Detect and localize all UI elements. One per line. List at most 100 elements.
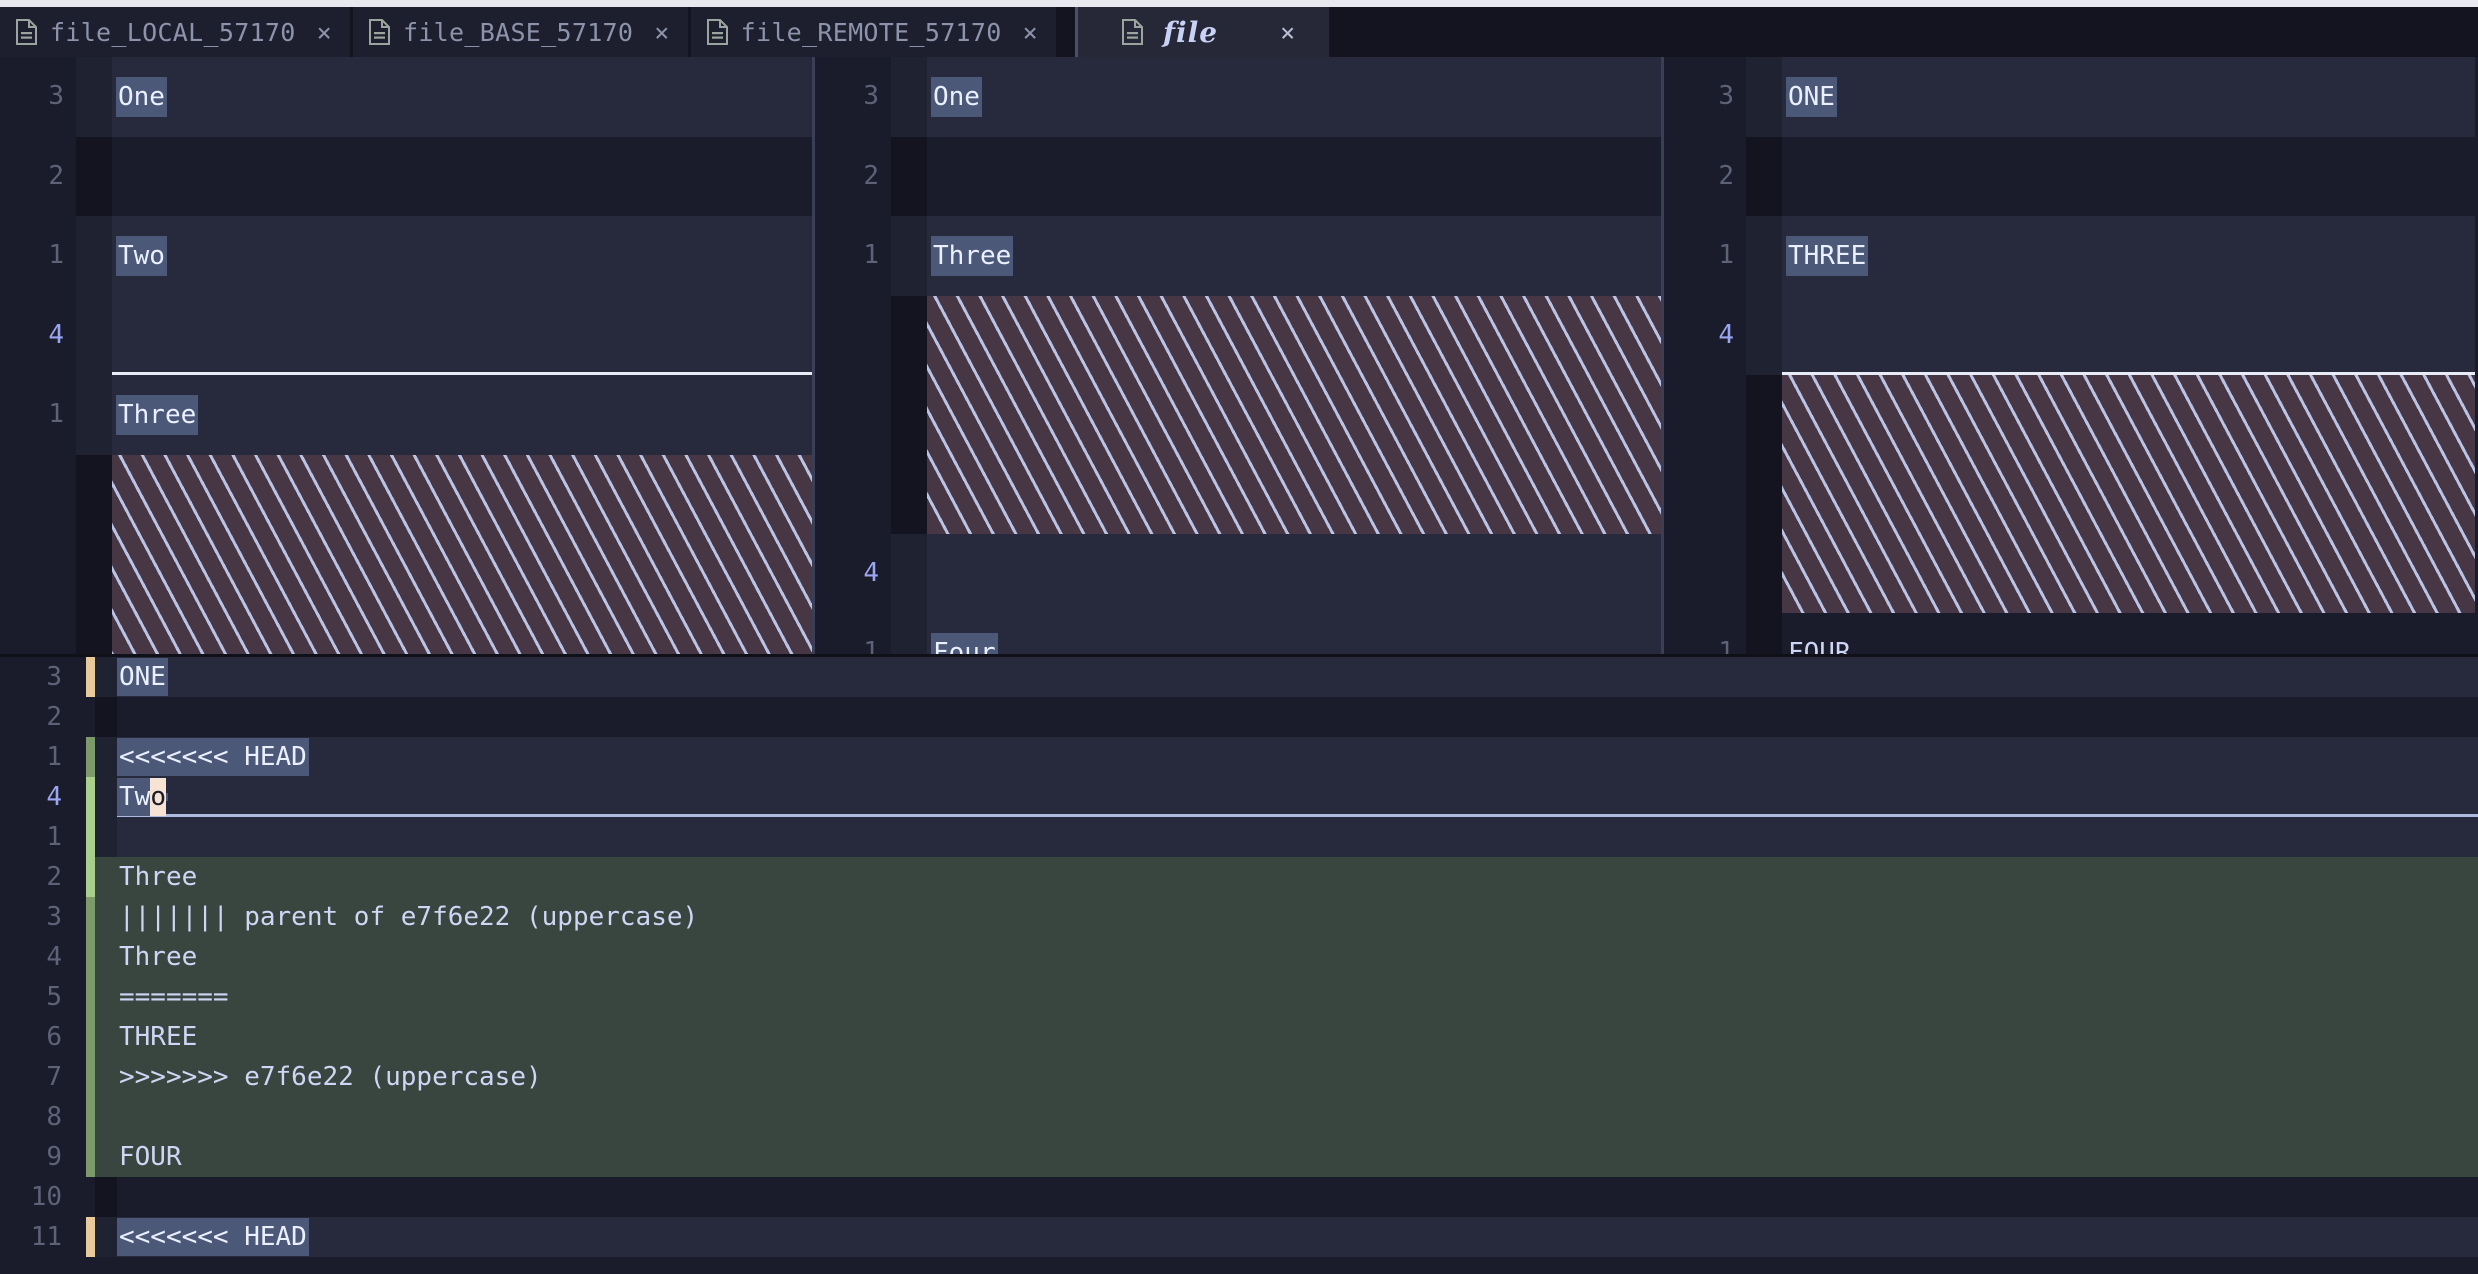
diff-gutter-spacer [76,136,112,216]
merged-line-content: Tw o [117,777,2478,817]
line-number: 3 [863,81,879,111]
diff-omitted-region [927,295,1661,534]
merged-line[interactable]: 3 ONE [0,657,2478,697]
merged-line-content: Three [117,937,2478,977]
diff-line[interactable]: 1 Two [0,216,812,296]
close-icon[interactable]: × [1238,20,1295,45]
merged-line-content: Three [117,857,2478,897]
merged-line-text: <<<<<<< HEAD [117,1218,309,1256]
close-icon[interactable]: × [309,20,332,45]
diff-line[interactable]: 4 [1664,295,2475,375]
diff-omitted-region [112,454,812,654]
change-marker[interactable] [86,897,95,937]
line-number: 3 [46,662,62,692]
diff-line-text: FOUR [1788,637,1851,654]
change-marker[interactable] [86,1137,95,1177]
diff-line[interactable] [815,295,1661,534]
change-marker[interactable] [86,857,95,897]
line-number: 4 [48,319,64,350]
merged-line[interactable]: 2 [0,697,2478,737]
merged-gutter-spacer [95,1017,117,1057]
change-marker[interactable] [86,1217,95,1257]
line-number: 3 [48,81,64,111]
diff-gutter-spacer [891,57,927,137]
change-marker[interactable] [86,1017,95,1057]
change-marker[interactable] [86,657,95,697]
line-number [815,296,891,534]
line-number: 2 [46,702,62,732]
diff-line[interactable]: 3 One [815,57,1661,137]
diff-pane-local[interactable]: 3One21Two41Three23Four [0,57,812,654]
diff-line[interactable]: 2 [815,136,1661,216]
merged-line[interactable]: 4 Tw o [0,777,2478,817]
line-number: 8 [46,1102,62,1132]
diff-line[interactable]: 1 Three [815,216,1661,296]
diff-line-content: One [112,57,812,137]
tab-file-local-57170[interactable]: file_LOCAL_57170 × [0,7,353,57]
tab-bar-empty-area [1332,7,2478,57]
diff-line[interactable]: 4 [0,295,812,375]
tab-file-remote-57170[interactable]: file_REMOTE_57170 × [690,7,1059,57]
merged-line[interactable]: 10 [0,1177,2478,1217]
diff-line[interactable]: 3 One [0,57,812,137]
line-number [0,455,76,655]
merged-gutter-spacer [95,1217,117,1257]
diff-line[interactable]: 1 Four [815,613,1661,654]
diff-line-text: Three [931,235,1014,276]
line-number: 10 [30,1182,62,1212]
tab-label: file_BASE_57170 [402,17,634,47]
diff-line[interactable]: 2 [1664,136,2475,216]
merged-line[interactable]: 9 FOUR [0,1137,2478,1177]
merged-line[interactable]: 5 ======= [0,977,2478,1017]
diff-line-content [112,136,812,216]
line-number: 4 [863,557,879,588]
diff-pane-remote[interactable]: 3ONE21THREE41FOUR2 [1661,57,2475,654]
change-marker[interactable] [86,1097,95,1137]
change-marker[interactable] [86,777,95,817]
diff-line[interactable]: 4 [815,533,1661,613]
merged-line-content: FOUR [117,1137,2478,1177]
merged-line[interactable]: 7 >>>>>>> e7f6e22 (uppercase) [0,1057,2478,1097]
file-icon [1121,19,1143,45]
merged-line[interactable]: 11 <<<<<<< HEAD [0,1217,2478,1257]
diff-line[interactable]: 1 THREE [1664,216,2475,296]
change-marker[interactable] [86,977,95,1017]
tab-file[interactable]: file × [1074,7,1333,57]
merged-line[interactable]: 1 <<<<<<< HEAD [0,737,2478,777]
line-number: 1 [46,742,62,772]
close-icon[interactable]: × [646,20,669,45]
merged-line[interactable]: 4 Three [0,937,2478,977]
change-marker[interactable] [86,937,95,977]
diff-line[interactable]: 1 FOUR [1664,613,2475,654]
diff-line-text: One [116,76,167,117]
change-marker[interactable] [86,697,95,737]
diff-line-content [1782,295,2475,375]
merged-line-text: Three [119,942,198,972]
diff-gutter-spacer [1746,57,1782,137]
change-marker[interactable] [86,1057,95,1097]
diff-line[interactable] [0,454,812,655]
merged-gutter-spacer [95,1097,117,1137]
tab-file-base-57170[interactable]: file_BASE_57170 × [352,7,691,57]
line-number: 9 [46,1142,62,1172]
merged-result-editor[interactable]: 3 ONE 2 1 <<<<<<< HEAD 4 Tw o 1 2 Three 3 ||||||| pa… [0,654,2478,1274]
merged-line[interactable]: 1 [0,817,2478,857]
diff-gutter-spacer [76,375,112,455]
diff-line[interactable]: 3 ONE [1664,57,2475,137]
merged-line[interactable]: 6 THREE [0,1017,2478,1057]
change-marker[interactable] [86,737,95,777]
diff-line[interactable] [1664,375,2475,613]
merged-line-content: >>>>>>> e7f6e22 (uppercase) [117,1057,2478,1097]
merged-line[interactable]: 3 ||||||| parent of e7f6e22 (uppercase) [0,897,2478,937]
merged-line-content: <<<<<<< HEAD [117,1217,2478,1257]
merged-line[interactable]: 2 Three [0,857,2478,897]
change-marker[interactable] [86,1177,95,1217]
diff-line[interactable]: 2 [0,136,812,216]
close-icon[interactable]: × [1015,20,1038,45]
diff-gutter-spacer [1746,613,1782,654]
diff-line[interactable]: 1 Three [0,375,812,455]
merged-line[interactable]: 8 [0,1097,2478,1137]
change-marker[interactable] [86,817,95,857]
diff-pane-base[interactable]: 3 One 2 1 Three 4 1 Four [812,57,1661,654]
merged-gutter-spacer [95,777,117,817]
